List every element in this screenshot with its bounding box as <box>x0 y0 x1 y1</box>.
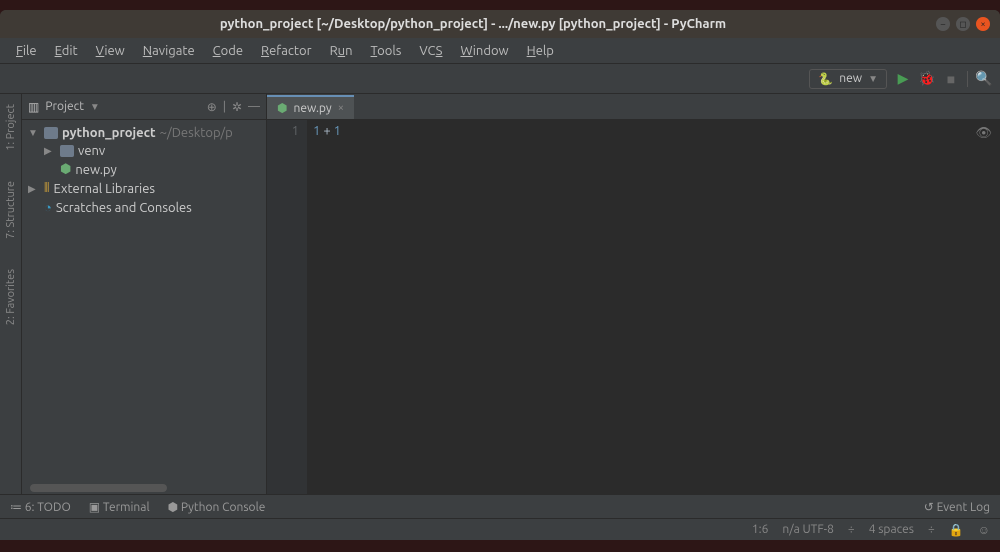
indent[interactable]: 4 spaces <box>869 523 914 536</box>
tool-favorites[interactable]: 2: Favorites <box>5 269 17 325</box>
menu-help[interactable]: Help <box>519 42 562 60</box>
chevron-down-icon: ▼ <box>868 73 878 85</box>
tree-scratches[interactable]: ◔ Scratches and Consoles <box>22 198 266 217</box>
code-editor[interactable]: 1 1 + 1 👁 <box>267 120 1000 494</box>
item-label: new.py <box>75 163 116 177</box>
maximize-icon[interactable]: ◻ <box>956 17 970 31</box>
separator-icon: ÷ <box>848 523 855 536</box>
scratch-icon: ◔ <box>44 200 52 215</box>
item-label: venv <box>78 144 105 158</box>
debug-button[interactable]: 🐞 <box>919 71 935 87</box>
scrollbar-thumb[interactable] <box>30 484 167 492</box>
code-content[interactable]: 1 + 1 <box>307 120 1000 494</box>
menu-run[interactable]: Run <box>322 42 361 60</box>
menu-refactor[interactable]: Refactor <box>253 42 320 60</box>
left-tool-strip: 1: Project 7: Structure 2: Favorites <box>0 94 22 494</box>
window-title: python_project [~/Desktop/python_project… <box>10 17 936 31</box>
run-button[interactable]: ▶ <box>895 71 911 87</box>
sidebar-scrollbar[interactable] <box>30 484 258 492</box>
sidebar-header: ▥ Project ▼ ⊕ | ✲ — <box>22 94 266 120</box>
library-icon: ⫴ <box>44 181 49 196</box>
status-bar: 1:6 n/a UTF-8 ÷ 4 spaces ÷ 🔒 ☺ <box>0 518 1000 540</box>
pycharm-window: python_project [~/Desktop/python_project… <box>0 10 1000 540</box>
python-icon: 🐍 <box>818 72 833 86</box>
run-config-label: new <box>839 72 862 85</box>
item-label: Scratches and Consoles <box>56 201 192 215</box>
menubar: File Edit View Navigate Code Refactor Ru… <box>0 38 1000 64</box>
menu-vcs[interactable]: VCS <box>411 42 450 60</box>
window-controls: – ◻ × <box>936 17 990 31</box>
tool-structure[interactable]: 7: Structure <box>5 181 17 239</box>
lock-icon[interactable]: 🔒 <box>949 523 964 537</box>
menu-navigate[interactable]: Navigate <box>135 42 203 60</box>
item-label: External Libraries <box>53 182 155 196</box>
cursor-position[interactable]: 1:6 <box>752 523 769 536</box>
close-icon[interactable]: × <box>976 17 990 31</box>
expand-icon[interactable]: ▶ <box>28 183 40 195</box>
close-tab-icon[interactable]: × <box>338 102 344 114</box>
locate-icon[interactable]: ⊕ <box>207 100 217 114</box>
folder-icon <box>60 145 74 157</box>
tab-newpy[interactable]: ⬢ new.py × <box>267 95 354 119</box>
root-path: ~/Desktop/p <box>160 126 233 140</box>
settings-icon[interactable]: ✲ <box>232 100 242 114</box>
inspector-icon[interactable]: ☺ <box>978 523 990 537</box>
tool-terminal[interactable]: ▣ Terminal <box>89 500 150 514</box>
run-config-selector[interactable]: 🐍 new ▼ <box>809 69 887 89</box>
menu-code[interactable]: Code <box>205 42 251 60</box>
folder-icon <box>44 127 58 139</box>
tree-external-libraries[interactable]: ▶ ⫴ External Libraries <box>22 179 266 198</box>
menu-tools[interactable]: Tools <box>363 42 410 60</box>
bottom-tool-strip: ≔ 6: TODO ▣ Terminal ⬢ Python Console ↺ … <box>0 494 1000 518</box>
event-log[interactable]: ↺ Event Log <box>924 500 990 514</box>
menu-file[interactable]: File <box>8 42 45 60</box>
main-body: 1: Project 7: Structure 2: Favorites ▥ P… <box>0 94 1000 494</box>
project-view-icon: ▥ <box>28 100 39 114</box>
search-button[interactable]: 🔍 <box>976 71 992 87</box>
tool-python-console[interactable]: ⬢ Python Console <box>168 500 266 514</box>
separator-icon: ÷ <box>928 523 935 536</box>
python-file-icon: ⬢ <box>277 101 287 115</box>
code-line[interactable]: 1 + 1 <box>313 124 1000 138</box>
toolbar: 🐍 new ▼ ▶ 🐞 ■ 🔍 <box>0 64 1000 94</box>
menu-edit[interactable]: Edit <box>47 42 86 60</box>
expand-icon[interactable]: ▶ <box>44 145 56 157</box>
encoding[interactable]: n/a UTF-8 <box>782 523 834 536</box>
expand-icon[interactable]: ▼ <box>28 127 40 139</box>
tool-todo[interactable]: ≔ 6: TODO <box>10 500 71 514</box>
editor-tabs: ⬢ new.py × <box>267 94 1000 120</box>
divider-icon: | <box>223 100 226 113</box>
project-tree[interactable]: ▼ python_project ~/Desktop/p ▶ venv ⬢ ne… <box>22 120 266 221</box>
tab-label: new.py <box>293 102 331 115</box>
tool-project[interactable]: 1: Project <box>5 104 17 151</box>
minimize-icon[interactable]: – <box>936 17 950 31</box>
titlebar[interactable]: python_project [~/Desktop/python_project… <box>0 10 1000 38</box>
inspection-eye-icon[interactable]: 👁 <box>975 126 992 141</box>
chevron-down-icon[interactable]: ▼ <box>90 101 100 113</box>
editor-area: ⬢ new.py × 1 1 + 1 👁 <box>267 94 1000 494</box>
tree-item-newpy[interactable]: ⬢ new.py <box>22 160 266 179</box>
line-number: 1 <box>267 124 299 138</box>
tree-root[interactable]: ▼ python_project ~/Desktop/p <box>22 124 266 142</box>
separator <box>967 71 968 87</box>
line-gutter: 1 <box>267 120 307 494</box>
sidebar-title[interactable]: Project <box>45 100 84 113</box>
root-name: python_project <box>62 126 156 140</box>
collapse-icon[interactable]: — <box>248 100 260 113</box>
menu-view[interactable]: View <box>88 42 133 60</box>
menu-window[interactable]: Window <box>452 42 516 60</box>
stop-button[interactable]: ■ <box>943 71 959 87</box>
project-sidebar: ▥ Project ▼ ⊕ | ✲ — ▼ python_project ~/D… <box>22 94 267 494</box>
tree-item-venv[interactable]: ▶ venv <box>22 142 266 160</box>
python-file-icon: ⬢ <box>60 162 71 177</box>
